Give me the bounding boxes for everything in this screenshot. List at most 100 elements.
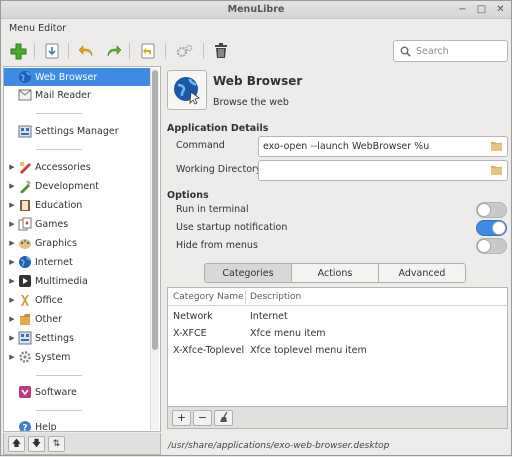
sidebar-item-other[interactable]: ▶ Other (4, 310, 150, 328)
sidebar-item-settings-manager[interactable]: Settings Manager (4, 122, 150, 140)
category-description: Xfce menu item (250, 328, 326, 339)
command-field[interactable]: exo-open --launch WebBrowser %u (258, 136, 508, 157)
app-comment[interactable]: Browse the web (213, 97, 289, 108)
sidebar-item-mail-reader[interactable]: Mail Reader (4, 86, 150, 104)
settings-manager-icon (17, 124, 32, 139)
tab-actions[interactable]: Actions (291, 263, 379, 283)
sidebar-item-label: Multimedia (35, 275, 88, 287)
category-description: Xfce toplevel menu item (250, 345, 367, 356)
revert-button[interactable] (137, 40, 159, 62)
app-icon-button[interactable] (167, 70, 207, 110)
globe-icon (17, 70, 32, 85)
table-row[interactable]: X-Xfce-Toplevel Xfce toplevel menu item (168, 342, 507, 359)
hide-from-menus-switch[interactable] (476, 238, 507, 254)
expander-icon[interactable]: ▶ (7, 163, 17, 171)
table-row[interactable]: Network Internet (168, 308, 507, 325)
column-header-category[interactable]: Category Name (173, 292, 244, 302)
remove-category-button[interactable]: − (193, 409, 212, 426)
svg-text:?: ? (22, 424, 27, 432)
scrollbar-thumb[interactable] (152, 70, 158, 350)
expander-icon[interactable]: ▶ (7, 315, 17, 323)
sidebar-item-label: Education (35, 199, 83, 211)
separator (36, 149, 82, 150)
run-in-terminal-switch[interactable] (476, 202, 507, 218)
software-icon (17, 385, 32, 400)
save-button[interactable] (41, 40, 63, 62)
sidebar-item-label: Graphics (35, 237, 77, 249)
startup-notification-switch[interactable] (476, 220, 507, 236)
categories-table[interactable]: Category Name Description Network Intern… (167, 287, 508, 407)
application-details-heading: Application Details (167, 123, 269, 134)
working-directory-field[interactable] (258, 160, 508, 181)
clear-categories-button[interactable] (214, 409, 233, 426)
web-browser-icon (174, 77, 200, 105)
table-row[interactable]: X-XFCE Xfce menu item (168, 325, 507, 342)
separator (36, 113, 82, 114)
sidebar-item-label: Development (35, 180, 99, 192)
multimedia-icon (17, 274, 32, 289)
category-name: X-XFCE (173, 328, 207, 339)
games-icon (17, 217, 32, 232)
sidebar-item-accessories[interactable]: ▶ Accessories (4, 158, 150, 176)
expander-icon[interactable]: ▶ (7, 239, 17, 247)
expander-icon[interactable]: ▶ (7, 182, 17, 190)
options-heading: Options (167, 190, 209, 201)
tab-advanced[interactable]: Advanced (378, 263, 466, 283)
sidebar-item-development[interactable]: ▶ Development (4, 177, 150, 195)
education-icon (17, 198, 32, 213)
expander-icon[interactable]: ▶ (7, 277, 17, 285)
execute-button[interactable] (173, 40, 195, 62)
redo-icon (107, 45, 121, 57)
sidebar-item-help[interactable]: ? Help (4, 418, 150, 431)
plus-icon (10, 43, 26, 59)
sidebar-item-label: Software (35, 386, 77, 398)
sidebar-scrollbar[interactable] (150, 68, 159, 430)
close-icon[interactable]: ✕ (494, 3, 507, 16)
menu-tree[interactable]: Web Browser Mail Reader Settings Manager… (3, 66, 161, 432)
expander-icon[interactable]: ▶ (7, 353, 17, 361)
category-name: Network (173, 311, 213, 322)
sidebar-item-graphics[interactable]: ▶ Graphics (4, 234, 150, 252)
switch-knob (477, 203, 491, 217)
sort-button[interactable]: ⇅ (48, 435, 65, 452)
minimize-icon[interactable]: − (456, 3, 469, 16)
tab-categories[interactable]: Categories (204, 263, 292, 283)
sidebar-item-web-browser[interactable]: Web Browser (4, 68, 150, 86)
expander-icon[interactable]: ▶ (7, 258, 17, 266)
sidebar-item-settings[interactable]: ▶ Settings (4, 329, 150, 347)
search-input[interactable]: Search (393, 40, 508, 62)
delete-button[interactable] (210, 40, 232, 62)
development-icon (17, 179, 32, 194)
sidebar-item-system[interactable]: ▶ System (4, 348, 150, 366)
column-header-description[interactable]: Description (250, 292, 301, 302)
expander-icon[interactable]: ▶ (7, 201, 17, 209)
graphics-icon (17, 236, 32, 251)
sidebar-item-internet[interactable]: ▶ Internet (4, 253, 150, 271)
sidebar-item-label: Settings Manager (35, 125, 119, 137)
category-description: Internet (250, 311, 288, 322)
expander-icon[interactable]: ▶ (7, 220, 17, 228)
folder-icon[interactable] (491, 141, 503, 154)
menu-tree-list: Web Browser Mail Reader Settings Manager… (4, 67, 150, 431)
move-down-button[interactable]: 🡇 (28, 435, 45, 452)
sidebar-item-label: Web Browser (35, 71, 98, 83)
move-up-button[interactable]: 🡅 (8, 435, 25, 452)
sidebar-item-games[interactable]: ▶ Games (4, 215, 150, 233)
undo-button[interactable] (76, 40, 98, 62)
app-name[interactable]: Web Browser (213, 74, 302, 88)
search-icon (400, 46, 411, 57)
sidebar-item-multimedia[interactable]: ▶ Multimedia (4, 272, 150, 290)
sidebar-item-education[interactable]: ▶ Education (4, 196, 150, 214)
expander-icon[interactable]: ▶ (7, 296, 17, 304)
sidebar-item-software[interactable]: Software (4, 383, 150, 401)
add-button[interactable] (7, 40, 29, 62)
maximize-icon[interactable]: □ (475, 3, 488, 16)
sidebar-item-office[interactable]: ▶ Office (4, 291, 150, 309)
add-category-button[interactable]: + (172, 409, 191, 426)
titlebar[interactable]: MenuLibre − □ ✕ (1, 1, 511, 19)
redo-button[interactable] (102, 40, 124, 62)
folder-icon[interactable] (491, 165, 503, 178)
expander-icon[interactable]: ▶ (7, 334, 17, 342)
switch-knob (492, 221, 506, 235)
settings-icon (17, 331, 32, 346)
